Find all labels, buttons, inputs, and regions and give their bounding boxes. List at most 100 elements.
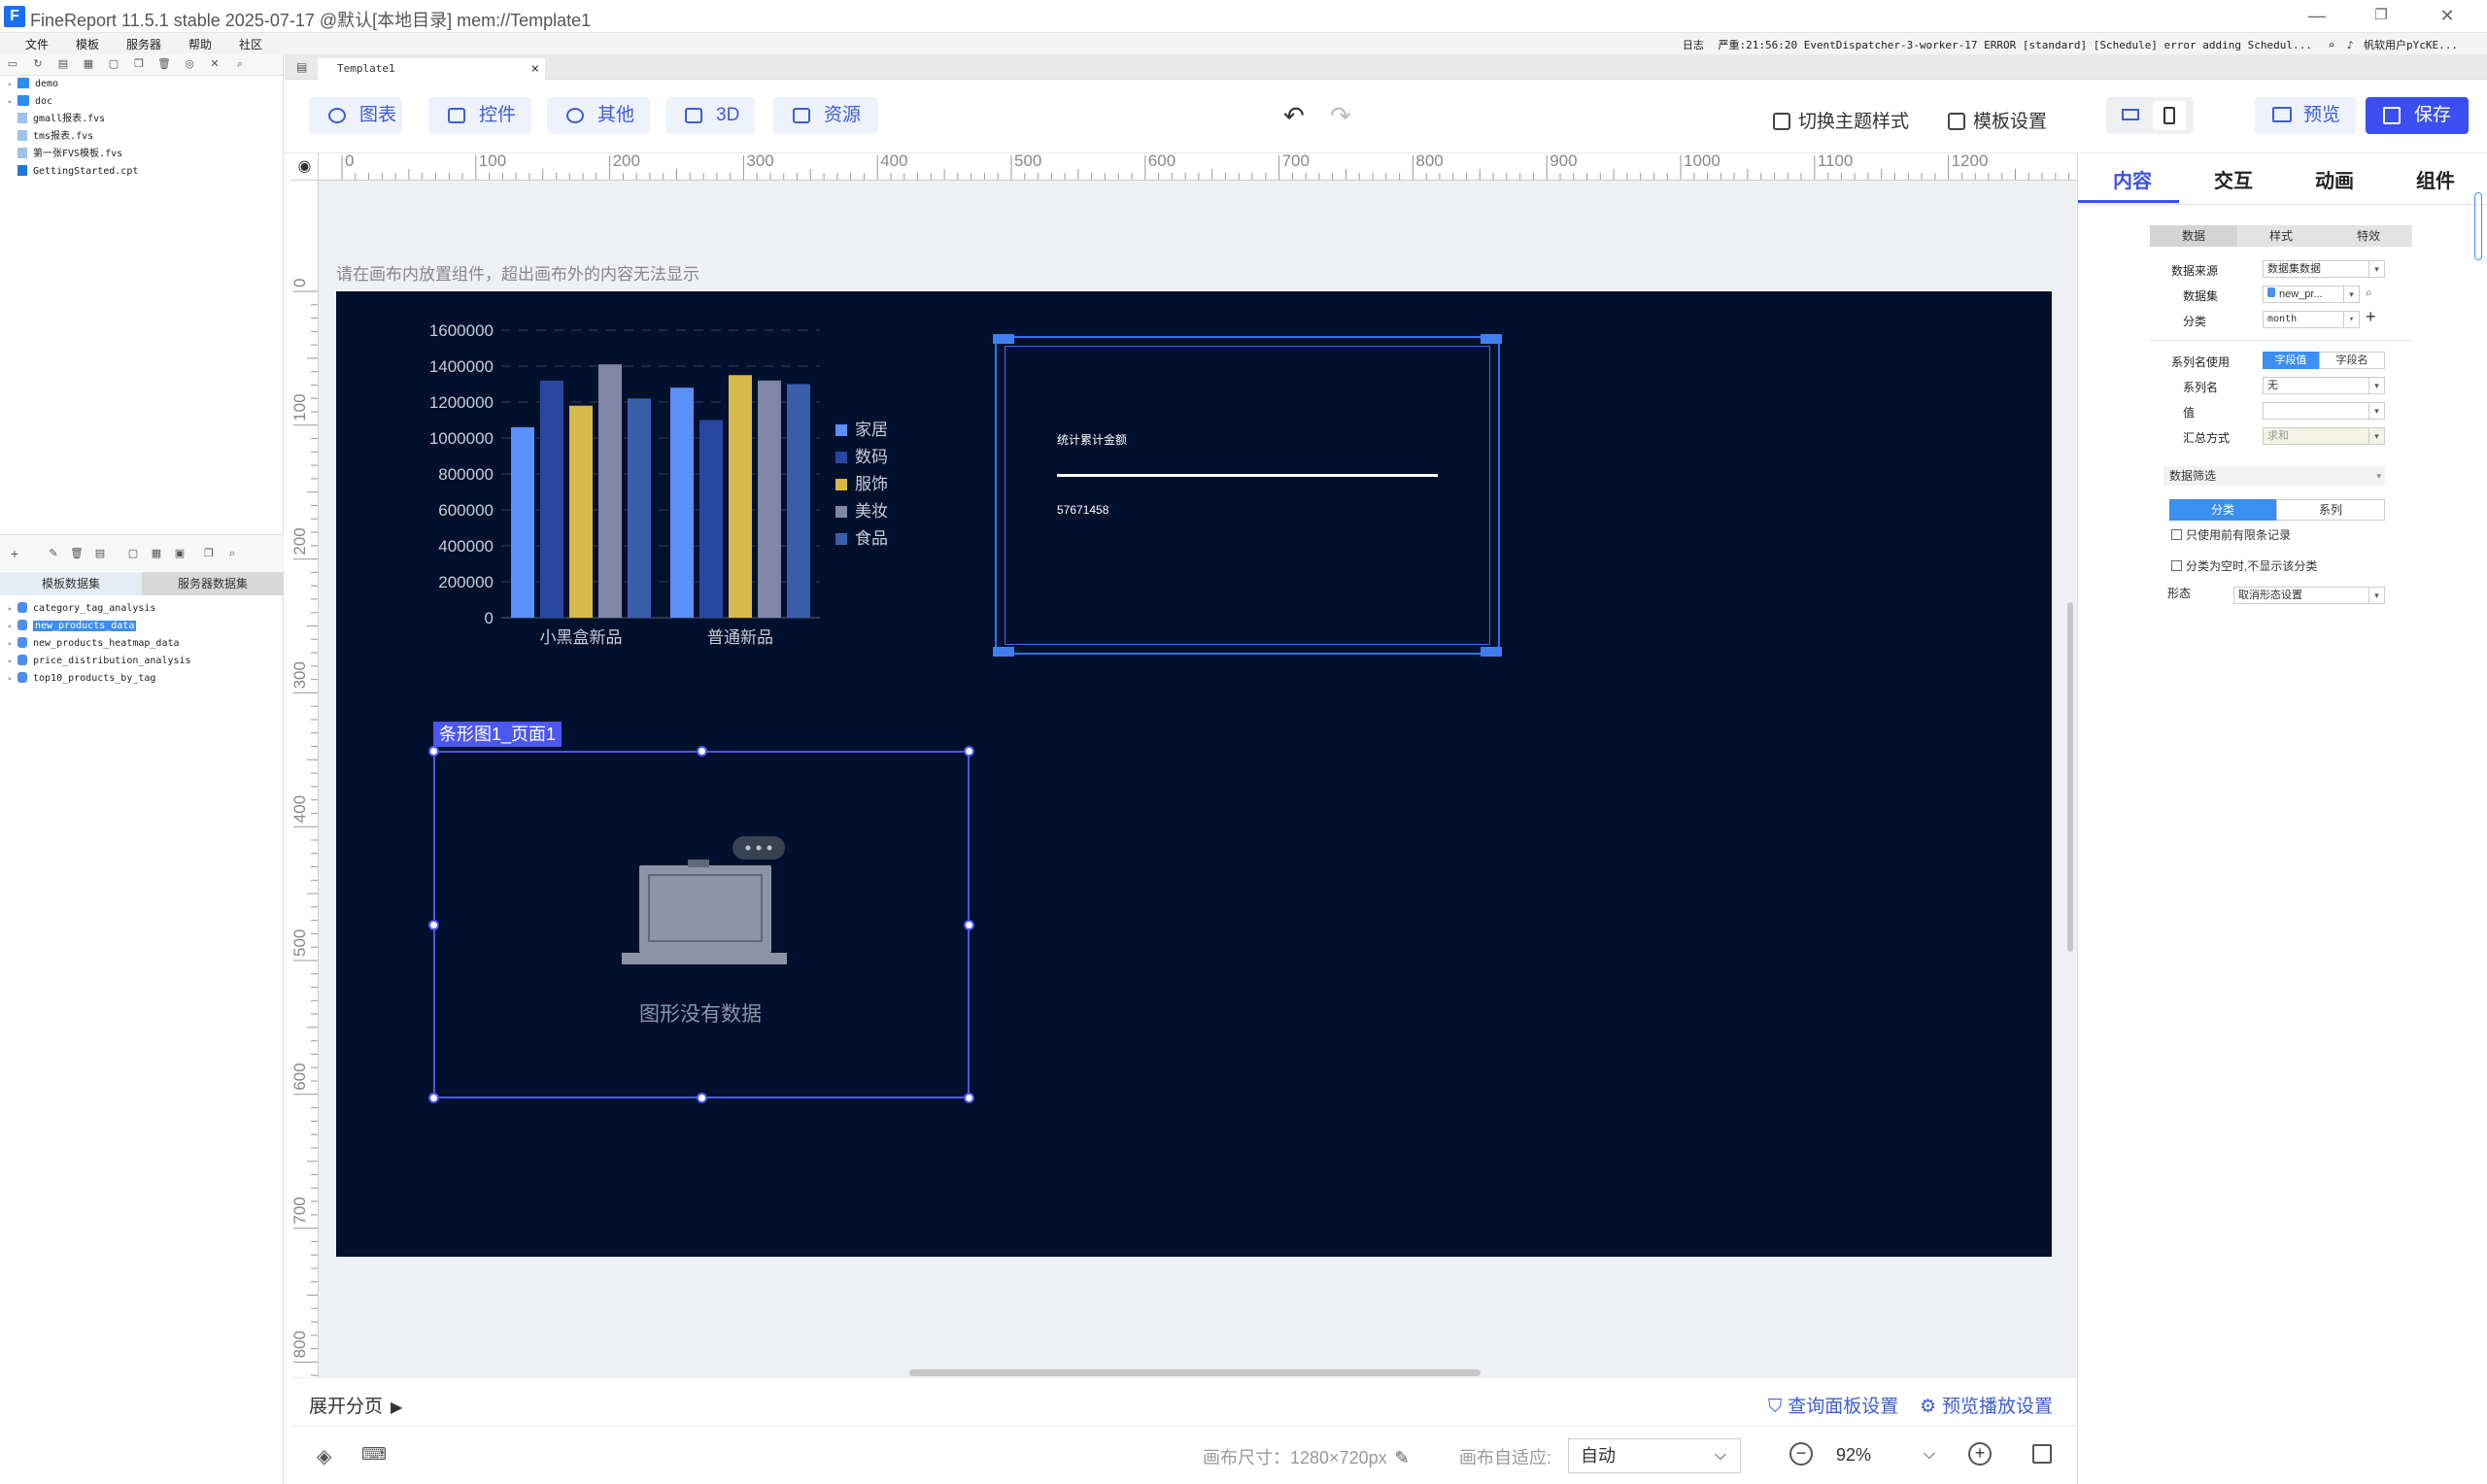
fullscreen-icon[interactable] — [2032, 1444, 2052, 1464]
zoom-in-button[interactable]: + — [1968, 1442, 1992, 1466]
tree-item[interactable]: ▸ demo — [8, 76, 58, 92]
resize-handle[interactable] — [964, 1093, 974, 1103]
menu-template[interactable]: 模板 — [76, 36, 99, 52]
subtab-style[interactable]: 样式 — [2237, 225, 2325, 247]
delete-icon[interactable]: 🗑 — [157, 57, 171, 71]
selected-widget-label[interactable]: 条形图1_页面1 — [433, 722, 562, 747]
save-button[interactable]: 保存 — [2366, 97, 2469, 134]
rename-icon[interactable]: ▢ — [107, 57, 120, 71]
database-icon[interactable]: ▤ — [93, 547, 107, 560]
data-source-select[interactable]: 数据集数据 ▾ — [2263, 260, 2385, 278]
refresh-icon[interactable]: ↻ — [31, 57, 45, 71]
template-settings-button[interactable]: 模板设置 — [1948, 107, 2047, 133]
resize-handle[interactable] — [697, 746, 707, 757]
selected-bar-chart-widget[interactable] — [428, 746, 974, 1103]
bar-chart[interactable]: 1600000 1400000 1200000 1000000 800000 600000… — [385, 311, 929, 699]
series-field-name-toggle[interactable]: 字段名 — [2319, 352, 2385, 369]
subtab-effect[interactable]: 特效 — [2325, 225, 2412, 247]
collapse-icon[interactable]: ✕ — [208, 57, 221, 71]
summary-select[interactable]: 求和 ▾ — [2263, 427, 2385, 445]
series-name-select[interactable]: 无 ▾ — [2263, 377, 2385, 394]
expand-arrow-icon[interactable]: ▸ — [8, 76, 17, 92]
add-dataset-icon[interactable]: + — [8, 547, 21, 560]
server-icon[interactable]: ▣ — [173, 547, 187, 560]
tree-item[interactable]: ▸ doc — [8, 93, 52, 110]
value-select[interactable]: ▾ — [2263, 402, 2385, 420]
panel-scrollbar[interactable] — [2474, 192, 2482, 260]
tab-server-datasets[interactable]: 服务器数据集 — [142, 572, 284, 595]
resize-handle[interactable] — [964, 920, 974, 930]
copy-icon[interactable]: ❐ — [132, 57, 146, 71]
tree-item[interactable]: 第一张FVS模板.fvs — [8, 146, 122, 162]
widget-button[interactable]: 控件 — [428, 97, 531, 134]
resize-handle[interactable] — [428, 1093, 439, 1103]
copy-icon[interactable]: ❐ — [202, 547, 216, 560]
expand-pages-button[interactable]: 展开分页 ▶ — [309, 1392, 402, 1418]
tab-interaction[interactable]: 交互 — [2214, 165, 2253, 193]
dataset-item[interactable]: ▸ top10_products_by_tag — [8, 670, 155, 687]
close-window-button[interactable]: ✕ — [2431, 3, 2464, 28]
query-panel-settings[interactable]: ⛉ 查询面板设置 — [1768, 1392, 1898, 1418]
dataset-item[interactable]: ▸ price_distribution_analysis — [8, 653, 191, 669]
search-icon[interactable]: ⌕ — [233, 57, 247, 71]
expand-arrow-icon[interactable]: ▸ — [8, 670, 17, 687]
horizontal-scrollbar[interactable] — [909, 1369, 1481, 1376]
keyboard-icon[interactable]: ⌨ — [361, 1444, 387, 1465]
tab-close-icon[interactable]: × — [531, 58, 539, 80]
tab-component[interactable]: 组件 — [2416, 165, 2455, 193]
filter-tab-series[interactable]: 系列 — [2276, 499, 2385, 521]
template-icon[interactable]: ▤ — [56, 57, 70, 71]
tree-item[interactable]: gmall报表.fvs — [8, 111, 105, 127]
expand-arrow-icon[interactable]: ▸ — [8, 600, 17, 617]
restore-button[interactable]: ❐ — [2365, 3, 2398, 28]
kpi-widget[interactable]: 统计累计金额 57671458 — [993, 334, 1502, 657]
layers-icon[interactable]: ◈ — [317, 1444, 331, 1468]
zoom-select[interactable]: 92% ⌵ — [1824, 1438, 1943, 1473]
edit-icon[interactable]: ✎ — [1395, 1448, 1410, 1467]
resize-handle[interactable] — [964, 746, 974, 757]
add-icon[interactable]: + — [2366, 307, 2376, 327]
vertical-scrollbar[interactable] — [2067, 602, 2073, 952]
menu-help[interactable]: 帮助 — [188, 36, 212, 52]
preview-button[interactable]: 预览 — [2255, 97, 2356, 134]
edit-icon[interactable]: ✎ — [47, 547, 60, 560]
minimize-button[interactable]: — — [2300, 3, 2334, 28]
menu-server[interactable]: 服务器 — [126, 36, 161, 52]
expand-arrow-icon[interactable]: ▸ — [8, 653, 17, 669]
locate-icon[interactable]: ◎ — [183, 57, 196, 71]
only-first-records-checkbox[interactable]: 只使用前有限条记录 — [2171, 526, 2291, 543]
eye-icon[interactable]: ◉ — [291, 153, 319, 181]
dataset-select[interactable]: new_pr... ▾ — [2263, 286, 2360, 303]
resize-handle[interactable] — [428, 920, 439, 930]
other-button[interactable]: 其他 — [547, 97, 650, 134]
hide-empty-category-checkbox[interactable]: 分类为空时,不显示该分类 — [2171, 557, 2317, 574]
canvas-adapt-select[interactable]: 自动 ⌵ — [1568, 1438, 1741, 1473]
dataset-item[interactable]: ▸ category_tag_analysis — [8, 600, 155, 617]
preview-play-settings[interactable]: ⚙ 预览播放设置 — [1920, 1392, 2053, 1418]
tab-content[interactable]: 内容 — [2113, 165, 2152, 193]
redo-icon[interactable]: ↷ — [1330, 101, 1351, 131]
3d-button[interactable]: 3D — [665, 97, 755, 134]
subtab-data[interactable]: 数据 — [2150, 225, 2237, 247]
menu-file[interactable]: 文件 — [25, 36, 49, 52]
series-field-value-toggle[interactable]: 字段值 — [2263, 352, 2319, 369]
expand-arrow-icon[interactable]: ▸ — [8, 93, 17, 110]
data-filter-section[interactable]: 数据筛选 ▾ — [2163, 466, 2385, 486]
expand-arrow-icon[interactable]: ▸ — [8, 635, 17, 652]
search-icon[interactable]: ⌕ — [225, 547, 239, 560]
search-icon[interactable]: ⌕ — [2329, 39, 2335, 51]
category-select[interactable]: month ▾ — [2263, 311, 2360, 328]
delete-icon[interactable]: 🗑 — [70, 547, 84, 560]
resize-handle[interactable] — [697, 1093, 707, 1103]
zoom-out-button[interactable]: − — [1789, 1442, 1813, 1466]
bell-icon[interactable]: ♪ — [2347, 39, 2354, 51]
tab-template-datasets[interactable]: 模板数据集 — [0, 572, 142, 595]
resize-handle[interactable] — [428, 746, 439, 757]
preview-icon[interactable]: ▢ — [126, 547, 140, 560]
resource-button[interactable]: 资源 — [773, 97, 878, 134]
tab-template1[interactable]: Template1 × — [318, 58, 545, 80]
tree-item[interactable]: GettingStarted.cpt — [8, 163, 138, 180]
locked-icon[interactable]: ▦ — [82, 57, 95, 71]
dataset-item[interactable]: ▸ new_products_heatmap_data — [8, 635, 180, 652]
tree-item[interactable]: tms报表.fvs — [8, 128, 93, 145]
